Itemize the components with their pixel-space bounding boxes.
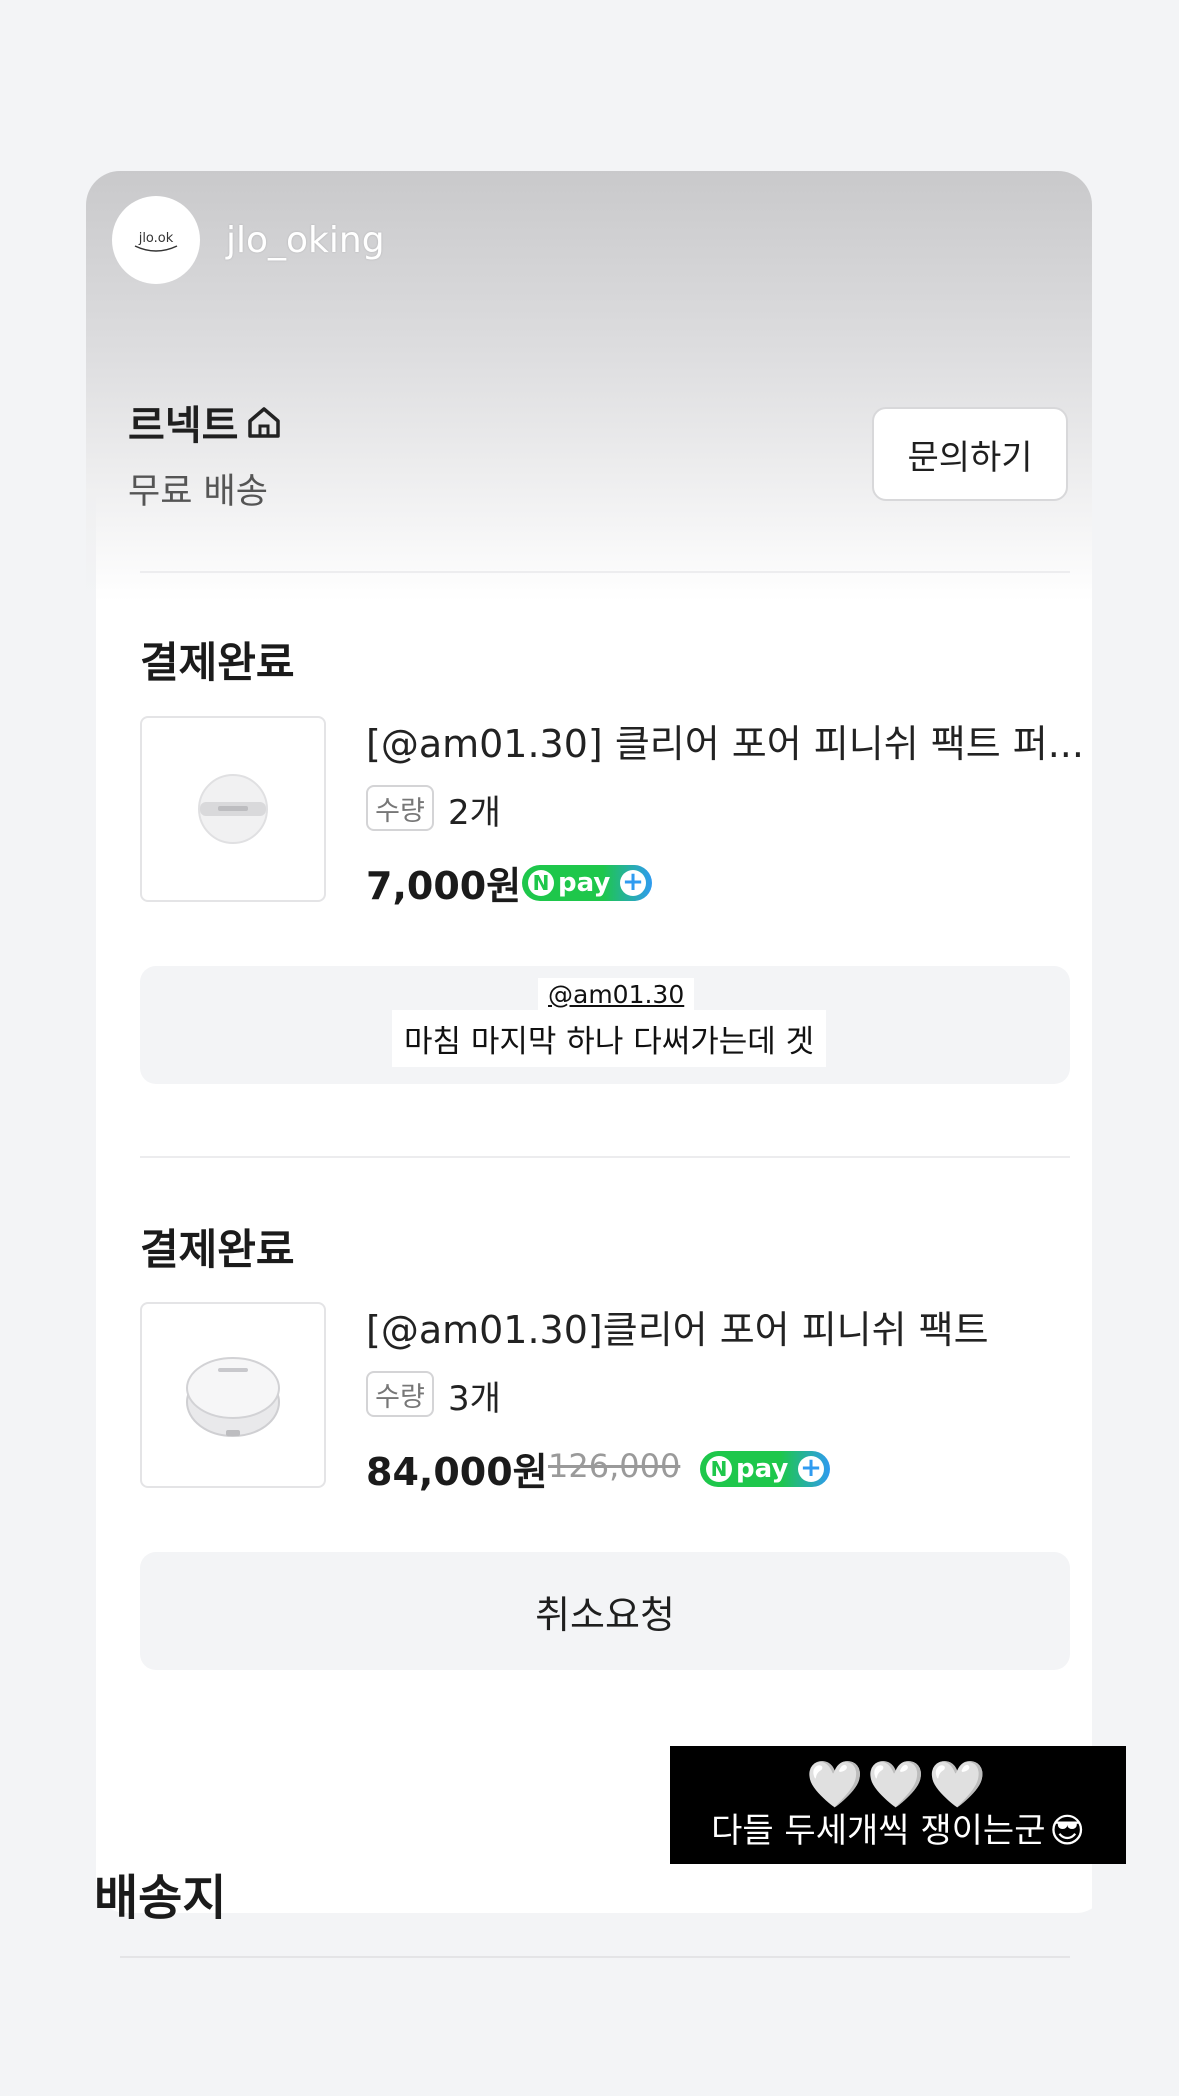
original-price: 126,000 (548, 1447, 681, 1485)
product-thumbnail[interactable] (140, 716, 326, 902)
naver-n-icon: N (528, 870, 554, 896)
divider (120, 1956, 1070, 1958)
avatar-logo: jlo.ok (134, 231, 178, 252)
divider (140, 571, 1070, 573)
svg-text:jlo.ok: jlo.ok (138, 231, 174, 246)
caption-line: 다들 두세개씩 쟁이는군 😎 (711, 1810, 1085, 1852)
product-name[interactable]: [@am01.30]클리어 포어 피니쉬 팩트 (366, 1299, 989, 1354)
plus-icon: + (620, 869, 646, 896)
caption-text: 다들 두세개씩 쟁이는군 (711, 1811, 1046, 1851)
inquiry-button[interactable]: 문의하기 (872, 407, 1068, 501)
store-name-label: 르넥트 (128, 403, 239, 449)
story-caption: 마침 마지막 하나 다써가는데 겟 (392, 1010, 827, 1067)
npay-plus-badge: N pay + (700, 1451, 830, 1487)
order-status: 결제완료 (140, 638, 295, 687)
product-thumbnail[interactable] (140, 1302, 326, 1488)
story-username[interactable]: jlo_oking (226, 220, 385, 261)
chevron-up-icon[interactable] (1062, 249, 1092, 279)
quantity-value: 3개 (448, 1379, 501, 1419)
npay-label: pay (736, 1454, 789, 1484)
mention-sticker[interactable]: @am01.30 (538, 978, 695, 1011)
delivery-section-title: 배송지 (94, 1870, 227, 1926)
quantity-label: 수량 (366, 785, 434, 831)
avatar[interactable]: jlo.ok (112, 196, 200, 284)
product-price: 84,000원 (366, 1450, 548, 1494)
compact-image (186, 1357, 280, 1437)
shipping-info: 무료 배송 (128, 472, 268, 512)
plus-icon: + (798, 1455, 824, 1482)
white-heart-icon: 🤍🤍🤍 (806, 1757, 990, 1811)
home-icon (248, 407, 281, 438)
story-caption-box: 🤍🤍🤍 다들 두세개씩 쟁이는군 😎 (670, 1746, 1126, 1864)
quantity-label: 수량 (366, 1371, 434, 1417)
sunglasses-emoji-icon: 😎 (1049, 1811, 1085, 1851)
naver-n-icon: N (706, 1456, 732, 1482)
puff-image (198, 774, 268, 844)
npay-plus-badge: N pay + (522, 865, 652, 901)
quantity-value: 2개 (448, 793, 501, 833)
product-price: 7,000원 (366, 864, 522, 908)
product-name[interactable]: [@am01.30] 클리어 포어 피니쉬 팩트 퍼... (366, 713, 1084, 768)
store-order-card (96, 341, 1092, 1913)
store-name[interactable]: 르넥트 (128, 393, 284, 451)
divider (140, 1156, 1070, 1158)
cancel-request-button[interactable]: 취소요청 (140, 1552, 1070, 1670)
cancel-request-label: 취소요청 (535, 1592, 675, 1637)
order-status: 결제완료 (140, 1225, 295, 1274)
story-user-header[interactable]: jlo.ok jlo_oking (112, 196, 385, 284)
npay-label: pay (558, 868, 611, 898)
